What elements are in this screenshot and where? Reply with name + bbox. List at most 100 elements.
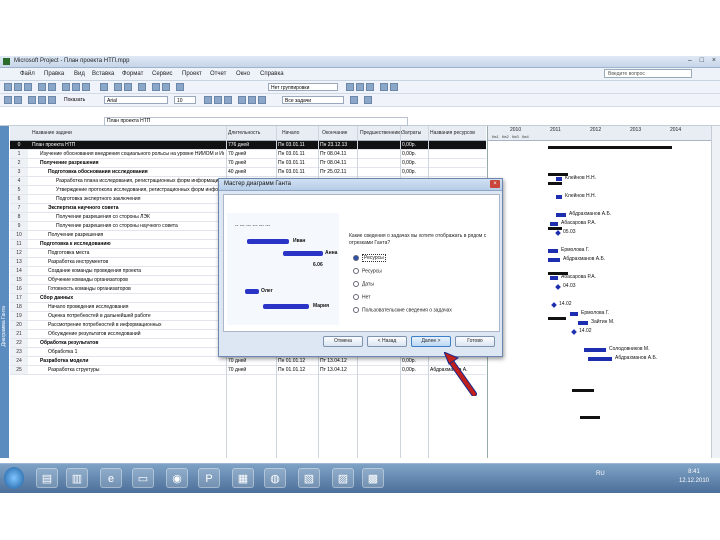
- vertical-scrollbar[interactable]: [711, 126, 720, 458]
- task-bar[interactable]: [556, 195, 562, 199]
- task-bar[interactable]: [584, 348, 606, 352]
- notes-icon[interactable]: [162, 83, 170, 91]
- next-button[interactable]: Далее >: [411, 336, 451, 347]
- menu-help[interactable]: Справка: [260, 71, 284, 77]
- font-size-select[interactable]: 10: [174, 96, 196, 104]
- menu-file[interactable]: Файл: [20, 71, 35, 77]
- autofilter-icon[interactable]: [350, 96, 358, 104]
- option-custom[interactable]: Пользовательские сведения о задачах: [353, 307, 452, 313]
- taskbar-app-icon[interactable]: ▧: [298, 468, 320, 488]
- hp-icon[interactable]: ◉: [166, 468, 188, 488]
- cancel-button[interactable]: Отмена: [323, 336, 363, 347]
- split-icon[interactable]: [138, 83, 146, 91]
- folder-icon[interactable]: ▭: [132, 468, 154, 488]
- radio-icon[interactable]: [353, 255, 359, 261]
- table-row[interactable]: 0 План проекта НТП 776 дней Пн 03.01.11 Пн 2…: [10, 141, 486, 150]
- new-icon[interactable]: [4, 83, 12, 91]
- summary-bar[interactable]: [548, 317, 566, 320]
- unlink-icon[interactable]: [124, 83, 132, 91]
- menu-format[interactable]: Формат: [122, 71, 143, 77]
- copy-icon[interactable]: [72, 83, 80, 91]
- task-bar[interactable]: [588, 357, 612, 361]
- preview-icon[interactable]: [48, 83, 56, 91]
- copy-picture-icon[interactable]: [380, 83, 388, 91]
- menu-insert[interactable]: Вставка: [92, 71, 114, 77]
- close-icon[interactable]: ×: [712, 57, 716, 64]
- task-bar[interactable]: [556, 213, 566, 217]
- menu-edit[interactable]: Правка: [44, 71, 64, 77]
- cut-icon[interactable]: [62, 83, 70, 91]
- menu-window[interactable]: Окно: [236, 71, 250, 77]
- view-bar[interactable]: Диаграмма Ганта: [0, 126, 9, 458]
- taskbar-app-icon[interactable]: ▩: [362, 468, 384, 488]
- undo-icon[interactable]: [100, 83, 108, 91]
- grouping-select[interactable]: Нет группировки: [268, 83, 338, 91]
- summary-bar[interactable]: [548, 182, 562, 185]
- menu-tools[interactable]: Сервис: [152, 71, 173, 77]
- col-resource-names[interactable]: Названия ресурсов: [430, 130, 475, 136]
- zoom-out-icon[interactable]: [356, 83, 364, 91]
- indent-icon[interactable]: [14, 96, 22, 104]
- back-button[interactable]: < Назад: [367, 336, 407, 347]
- assign-resources-icon[interactable]: [176, 83, 184, 91]
- help-icon[interactable]: [390, 83, 398, 91]
- col-duration[interactable]: Длительность: [228, 130, 260, 136]
- milestone-marker[interactable]: [551, 302, 557, 308]
- radio-icon[interactable]: [353, 294, 359, 300]
- start-button[interactable]: [4, 467, 24, 489]
- show-label[interactable]: Показать: [64, 97, 85, 103]
- outdent-icon[interactable]: [4, 96, 12, 104]
- option-dates[interactable]: Даты: [353, 281, 374, 287]
- taskbar-app-icon[interactable]: ▥: [66, 468, 88, 488]
- entry-field[interactable]: План проекта НТП: [104, 117, 408, 126]
- summary-bar[interactable]: [572, 389, 594, 392]
- summary-bar[interactable]: [548, 227, 562, 230]
- font-select[interactable]: Arial: [104, 96, 168, 104]
- language-indicator[interactable]: RU: [596, 471, 605, 477]
- zoom-in-icon[interactable]: [346, 83, 354, 91]
- paste-icon[interactable]: [82, 83, 90, 91]
- filter-select[interactable]: Все задачи: [282, 96, 344, 104]
- maximize-icon[interactable]: □: [700, 57, 704, 64]
- summary-bar[interactable]: [580, 416, 600, 419]
- table-row[interactable]: 1 Изучение обоснования внедрения социальн…: [10, 150, 486, 159]
- gantt-chart[interactable]: 2010 2011 2012 2013 2014 Кв1 Кв2 Кв3 Кв4…: [487, 126, 720, 458]
- show-subtasks-icon[interactable]: [28, 96, 36, 104]
- col-predecessors[interactable]: Предшественники: [360, 130, 402, 136]
- table-row[interactable]: 24 Разработка модели 70 дней Пн 01.01.12 Пт …: [10, 357, 486, 366]
- project-summary-bar[interactable]: [548, 146, 672, 149]
- finish-button[interactable]: Готово: [455, 336, 495, 347]
- clock[interactable]: 8:41 12.12.2010: [672, 468, 716, 486]
- col-task-name[interactable]: Название задачи: [32, 130, 72, 136]
- task-bar[interactable]: [578, 321, 588, 325]
- italic-icon[interactable]: [214, 96, 222, 104]
- milestone-marker[interactable]: [571, 329, 577, 335]
- gantt-wizard-icon[interactable]: [364, 96, 372, 104]
- chrome-icon[interactable]: ◍: [264, 468, 286, 488]
- taskbar-app-icon[interactable]: ▨: [332, 468, 354, 488]
- menu-view[interactable]: Вид: [74, 71, 85, 77]
- radio-icon[interactable]: [353, 268, 359, 274]
- task-bar[interactable]: [570, 312, 578, 316]
- table-row[interactable]: 3 Подготовка обоснования исследования 40 д…: [10, 168, 486, 177]
- option-none[interactable]: Нет: [353, 294, 371, 300]
- bold-icon[interactable]: [204, 96, 212, 104]
- link-icon[interactable]: [114, 83, 122, 91]
- align-center-icon[interactable]: [248, 96, 256, 104]
- save-icon[interactable]: [24, 83, 32, 91]
- option-resources-2[interactable]: Ресурсы: [353, 268, 382, 274]
- task-bar[interactable]: [548, 249, 558, 253]
- task-bar[interactable]: [548, 258, 560, 262]
- task-bar[interactable]: [556, 177, 562, 181]
- open-icon[interactable]: [14, 83, 22, 91]
- goto-task-icon[interactable]: [366, 83, 374, 91]
- radio-icon[interactable]: [353, 281, 359, 287]
- radio-icon[interactable]: [353, 307, 359, 313]
- underline-icon[interactable]: [224, 96, 232, 104]
- task-bar[interactable]: [550, 222, 558, 226]
- ie-icon[interactable]: e: [100, 468, 122, 488]
- help-search-box[interactable]: Введите вопрос: [604, 69, 692, 78]
- col-cost[interactable]: Затраты: [402, 130, 421, 136]
- align-right-icon[interactable]: [258, 96, 266, 104]
- col-start[interactable]: Начало: [282, 130, 299, 136]
